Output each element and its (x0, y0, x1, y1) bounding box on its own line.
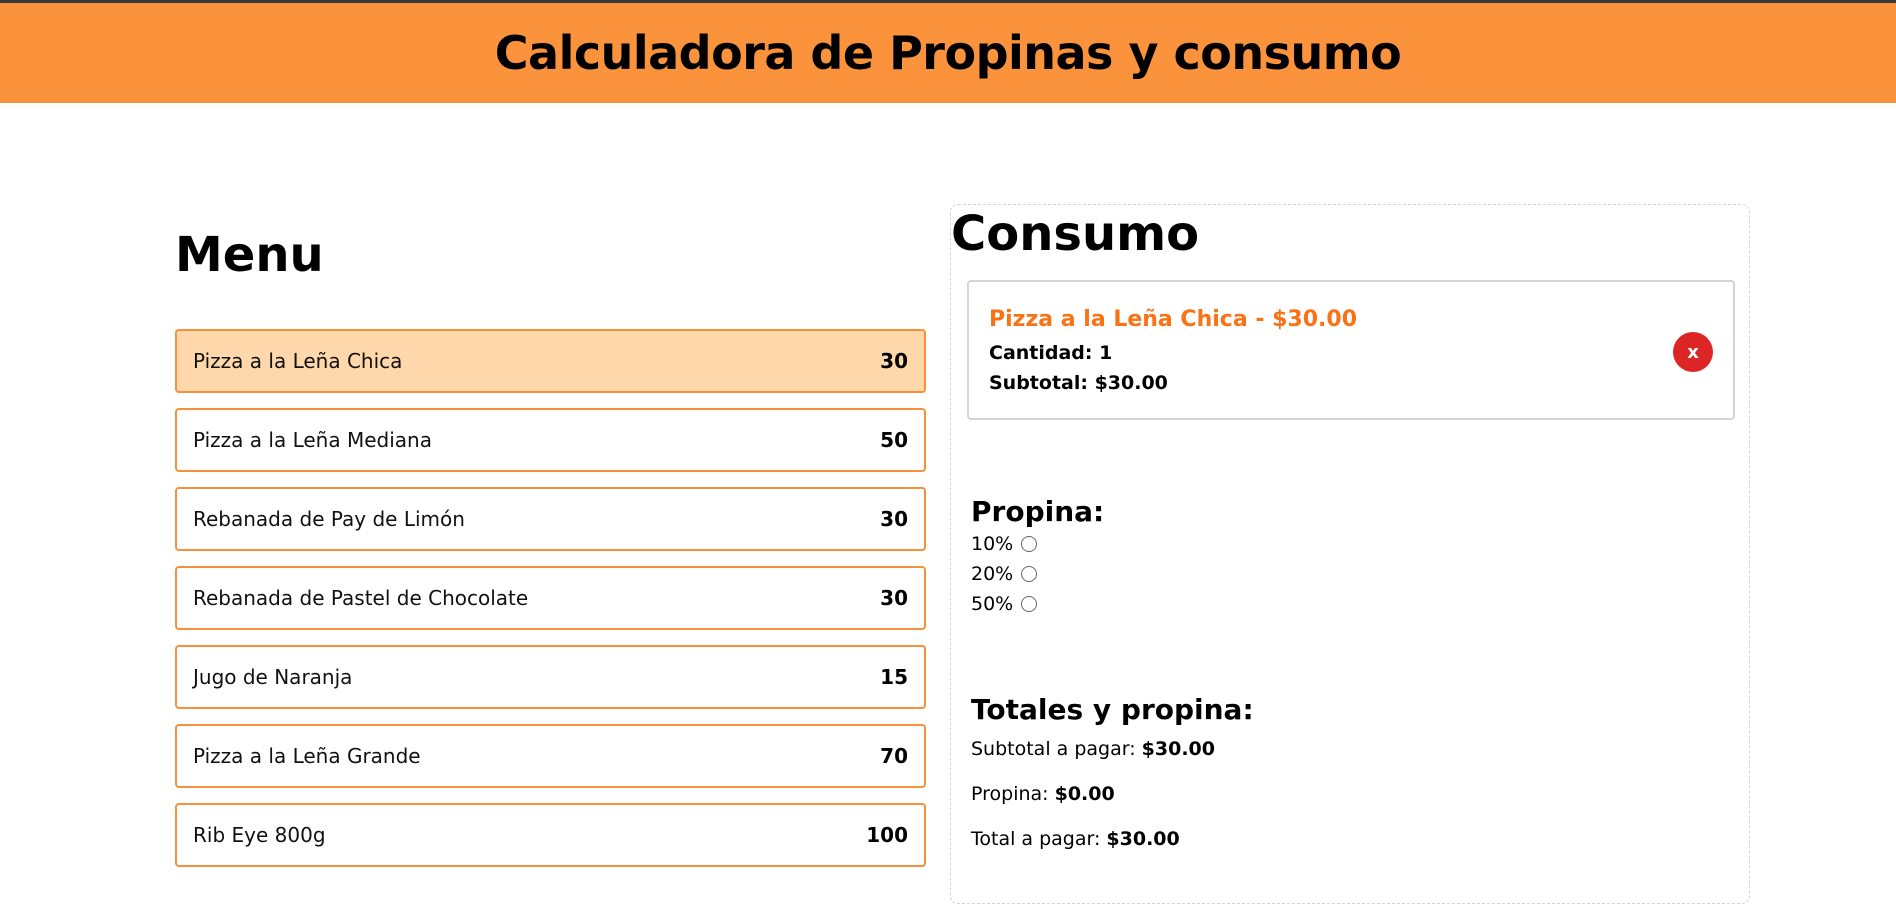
tip-label: Propina: (971, 783, 1055, 805)
tip-option-10: 10% (971, 529, 1104, 559)
tip-option-label: 50% (971, 593, 1014, 615)
order-item-card: Pizza a la Leña Chica - $30.00 Cantidad:… (967, 280, 1735, 420)
tip-option-label: 10% (971, 533, 1014, 555)
menu-item-name: Rebanada de Pay de Limón (193, 507, 465, 531)
menu-item[interactable]: Rebanada de Pay de Limón 30 (175, 487, 926, 551)
order-item-quantity: Cantidad: 1 (989, 342, 1113, 364)
subtotal-label: Subtotal a pagar: (971, 738, 1142, 760)
menu-title: Menu (175, 227, 324, 283)
menu-item-price: 100 (866, 823, 908, 847)
tip-radio-50[interactable] (1021, 596, 1038, 612)
menu-item-name: Jugo de Naranja (193, 665, 353, 689)
page-title: Calculadora de Propinas y consumo (494, 26, 1402, 80)
menu-item-price: 30 (880, 507, 908, 531)
menu-section: Menu Pizza a la Leña Chica 30 Pizza a la… (175, 220, 926, 882)
menu-item-price: 30 (880, 349, 908, 373)
totals-section: Totales y propina: Subtotal a pagar: $30… (971, 693, 1254, 874)
app-header: Calculadora de Propinas y consumo (0, 3, 1896, 103)
tip-option-label: 20% (971, 563, 1014, 585)
subtotal-line: Subtotal a pagar: $30.00 (971, 739, 1254, 784)
total-label: Total a pagar: (971, 828, 1107, 850)
menu-list: Pizza a la Leña Chica 30 Pizza a la Leña… (175, 329, 926, 867)
menu-item-price: 50 (880, 428, 908, 452)
tip-radio-10[interactable] (1021, 536, 1038, 552)
menu-item-name: Rebanada de Pastel de Chocolate (193, 586, 529, 610)
tip-section: Propina: 10% 20% 50% (971, 495, 1104, 619)
menu-item[interactable]: Pizza a la Leña Mediana 50 (175, 408, 926, 472)
menu-item-name: Rib Eye 800g (193, 823, 326, 847)
menu-item-name: Pizza a la Leña Chica (193, 349, 403, 373)
tip-line: Propina: $0.00 (971, 784, 1254, 829)
total-line: Total a pagar: $30.00 (971, 829, 1254, 874)
menu-item-price: 15 (880, 665, 908, 689)
menu-item[interactable]: Pizza a la Leña Grande 70 (175, 724, 926, 788)
order-item-subtotal: Subtotal: $30.00 (989, 372, 1168, 394)
menu-item-name: Pizza a la Leña Grande (193, 744, 421, 768)
remove-item-button[interactable]: x (1673, 332, 1713, 372)
order-item-title: Pizza a la Leña Chica - $30.00 (989, 307, 1358, 332)
menu-item[interactable]: Rib Eye 800g 100 (175, 803, 926, 867)
consumo-title: Consumo (951, 206, 1200, 262)
menu-item[interactable]: Rebanada de Pastel de Chocolate 30 (175, 566, 926, 630)
tip-option-50: 50% (971, 589, 1104, 619)
subtotal-value: $30.00 (1141, 738, 1215, 760)
tip-radio-20[interactable] (1021, 566, 1038, 582)
tip-value: $0.00 (1054, 783, 1115, 805)
menu-item-name: Pizza a la Leña Mediana (193, 428, 432, 452)
tip-option-20: 20% (971, 559, 1104, 589)
total-value: $30.00 (1106, 828, 1180, 850)
consumo-panel: Consumo Pizza a la Leña Chica - $30.00 C… (950, 204, 1750, 904)
tip-title: Propina: (971, 495, 1105, 528)
menu-item[interactable]: Pizza a la Leña Chica 30 (175, 329, 926, 393)
menu-item-price: 30 (880, 586, 908, 610)
menu-item[interactable]: Jugo de Naranja 15 (175, 645, 926, 709)
menu-item-price: 70 (880, 744, 908, 768)
totals-title: Totales y propina: (971, 693, 1254, 726)
